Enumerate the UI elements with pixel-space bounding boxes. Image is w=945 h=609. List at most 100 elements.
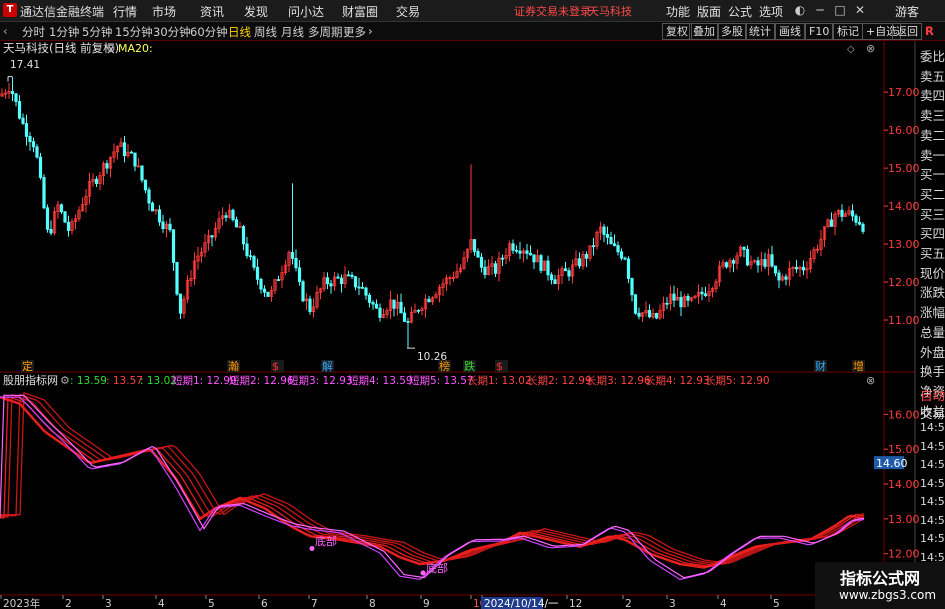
- menu-item-gongneng[interactable]: 功能: [666, 3, 690, 20]
- x-axis-label: 2024/10/14/一: [484, 598, 559, 609]
- f10-button[interactable]: F10: [805, 23, 834, 40]
- menu-item-caifuquan[interactable]: 财富圈: [342, 3, 378, 20]
- quote-panel-label: 买三: [920, 206, 945, 222]
- period-daily[interactable]: 日线: [228, 24, 251, 40]
- zoom-diamond-icon[interactable]: ◇: [847, 44, 855, 55]
- period-30min[interactable]: 30分钟: [153, 24, 191, 40]
- indicator-gear-icon[interactable]: ⚙: [60, 374, 70, 387]
- stock-name-title: 天马科技: [588, 5, 632, 18]
- quote-panel-label: 换手: [920, 364, 945, 380]
- menu-item-shichang[interactable]: 市场: [152, 3, 176, 20]
- candlestick-series: [0, 76, 865, 349]
- quote-panel-label: 卖四: [920, 88, 945, 104]
- period-15min[interactable]: 15分钟: [115, 24, 153, 40]
- indicator-tick-label: 16.00: [888, 408, 920, 421]
- event-mark[interactable]: 财: [815, 359, 826, 373]
- quote-panel-label: 卖三: [920, 108, 945, 124]
- menu-item-faxian[interactable]: 发现: [244, 3, 268, 20]
- quote-panel-label: 卖五: [920, 68, 945, 84]
- event-mark[interactable]: $: [496, 360, 503, 373]
- trade-time-value: 14:56: [920, 476, 945, 490]
- ma20-label: MA20:: [118, 42, 153, 55]
- period-monthly[interactable]: 月线: [281, 24, 304, 40]
- period-fenshi[interactable]: 分时: [22, 24, 45, 40]
- period-1min[interactable]: 1分钟: [49, 24, 79, 40]
- quote-panel-label: 买一: [920, 167, 945, 183]
- quote-panel-label: 外盘: [920, 344, 945, 360]
- menu-item-xuanxiang[interactable]: 选项: [759, 3, 783, 20]
- indicator-close-icon[interactable]: ⊗: [866, 374, 875, 387]
- back-arrow-icon[interactable]: ‹: [3, 24, 8, 38]
- event-mark[interactable]: 增: [853, 359, 864, 373]
- bottom-signal-2: 底部: [426, 561, 448, 575]
- indicator-tick-label: 13.00: [888, 513, 920, 526]
- indicator-value: 短期2: 12.96: [229, 374, 294, 387]
- period-more[interactable]: 更多: [343, 24, 366, 40]
- indicator-value: 长期4: 12.93: [645, 375, 710, 387]
- event-mark[interactable]: 跌: [464, 359, 475, 373]
- chart-labels: 天马科技(日线 前复权) ⚙ MA20: ◇ ⊗ 17.41 10.26 股朋指…: [3, 41, 875, 575]
- menu-item-zixun[interactable]: 资讯: [200, 3, 224, 20]
- panel-close-icon[interactable]: ⊗: [866, 42, 875, 55]
- tongji-button[interactable]: 统计: [745, 23, 775, 40]
- trade-login-status[interactable]: 证券交易未登录: [514, 3, 591, 19]
- settings-gear-icon[interactable]: ⚙: [106, 42, 116, 55]
- high-price-label: 17.41: [10, 59, 40, 71]
- trade-time-value: 14:56: [920, 513, 945, 527]
- kline-chart[interactable]: 天马科技(日线 前复权) ⚙ MA20: ◇ ⊗ 17.41 10.26 股朋指…: [0, 41, 945, 609]
- period-5min[interactable]: 5分钟: [82, 24, 112, 40]
- quote-panel-label: 买四: [920, 226, 945, 242]
- indicator-value: : 13.59: [70, 375, 107, 387]
- event-mark[interactable]: 瀚: [228, 359, 239, 373]
- x-axis-label: 5: [773, 598, 780, 609]
- duogu-button[interactable]: 多股: [717, 23, 747, 40]
- fuquan-button[interactable]: 复权: [662, 23, 692, 40]
- huaxian-button[interactable]: 画线: [775, 23, 805, 40]
- period-multi[interactable]: 多周期: [308, 24, 343, 40]
- trade-time-value: 14:56: [920, 458, 945, 471]
- menu-item-jiaoyi[interactable]: 交易: [396, 3, 420, 20]
- more-chevron-icon[interactable]: ›: [368, 24, 373, 38]
- event-mark[interactable]: $: [272, 360, 279, 373]
- x-axis-label: 3: [105, 598, 112, 609]
- price-tick-label: 15.00: [888, 162, 920, 175]
- menu-item-gongshi[interactable]: 公式: [728, 3, 752, 20]
- event-marks: 定 瀚 $ 解 榜跌 $ 财 增: [21, 359, 865, 373]
- diejia-button[interactable]: 叠加: [689, 23, 719, 40]
- back-button[interactable]: 返回: [892, 23, 922, 40]
- quote-panel-label: 涨幅: [920, 305, 945, 321]
- event-mark[interactable]: 榜: [439, 359, 450, 373]
- menu-item-wenxiaoda[interactable]: 问小达: [288, 3, 324, 20]
- x-axis-label: 2: [625, 598, 632, 609]
- indicator-tick-label: 15.00: [888, 443, 920, 456]
- watermark-url: www.zbgs3.com: [839, 588, 937, 602]
- menu-item-banmian[interactable]: 版面: [697, 3, 721, 20]
- close-icon[interactable]: ✕: [852, 2, 868, 18]
- quote-panel-label: 现价: [920, 265, 945, 281]
- biaoji-button[interactable]: 标记: [833, 23, 863, 40]
- event-mark[interactable]: 解: [322, 359, 333, 373]
- maximize-icon[interactable]: □: [832, 2, 848, 18]
- app-title: 通达信金融终端: [20, 5, 105, 19]
- x-axis-label: 5: [208, 598, 215, 609]
- event-mark[interactable]: 定: [22, 359, 33, 373]
- x-axis-label: 2: [65, 598, 72, 609]
- quote-panel-label: 委比: [920, 49, 945, 64]
- watermark: 指标公式网 www.zbgs3.com: [815, 562, 945, 609]
- quote-panel-label[interactable]: 自动: [920, 385, 945, 404]
- trade-time-value: 14:56: [920, 439, 945, 453]
- indicator-series: [0, 391, 865, 581]
- price-tick-label: 11.00: [888, 314, 920, 327]
- quote-panel-label: 涨跌: [920, 285, 945, 301]
- menu-item-hangqing[interactable]: 行情: [113, 3, 137, 20]
- price-tick-label: 14.00: [888, 200, 920, 213]
- period-60min[interactable]: 60分钟: [190, 24, 228, 40]
- price-tick-label: 17.00: [888, 86, 920, 99]
- period-weekly[interactable]: 周线: [254, 24, 277, 40]
- minimize-icon[interactable]: ─: [812, 2, 828, 18]
- skin-icon[interactable]: ◐: [792, 2, 808, 18]
- user-label[interactable]: 游客: [895, 3, 919, 20]
- indicator-value: 短期4: 13.59: [348, 374, 413, 387]
- quote-panel-label[interactable]: 交易: [920, 403, 945, 422]
- indicator-value: 长期2: 12.99: [527, 375, 592, 387]
